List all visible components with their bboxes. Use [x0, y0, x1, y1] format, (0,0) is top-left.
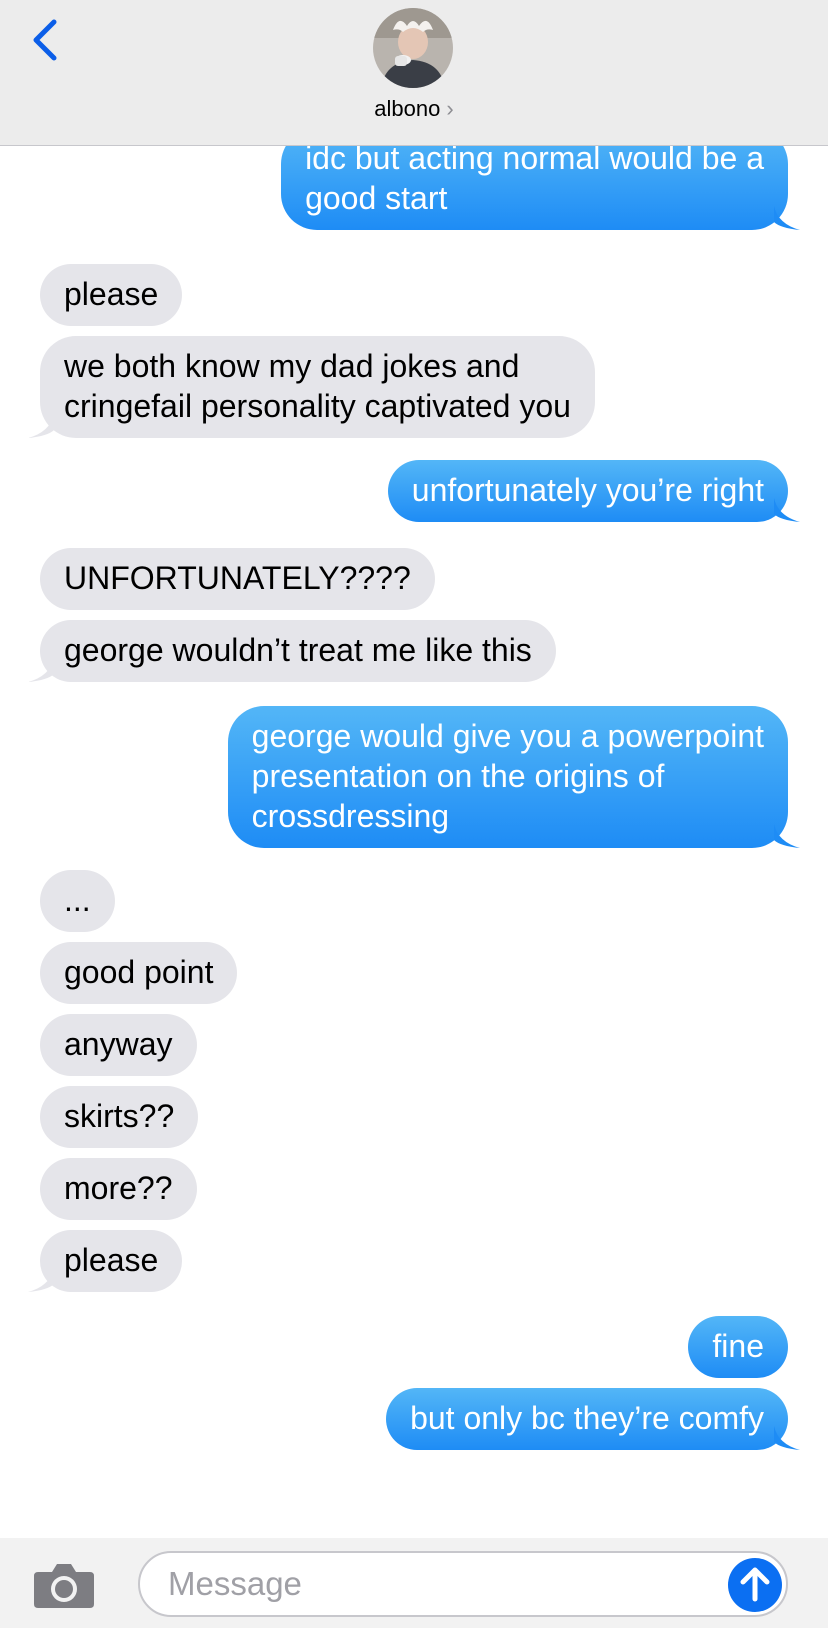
received-message-bubble[interactable]: more??	[40, 1158, 197, 1220]
bubble-tail	[28, 414, 54, 438]
received-message-bubble[interactable]: please	[40, 1230, 183, 1292]
message-text-line: skirts??	[64, 1098, 175, 1134]
message-text-line: idc but acting normal would be a	[305, 146, 764, 176]
received-message-bubble[interactable]: skirts??	[40, 1086, 199, 1148]
received-message-bubble[interactable]: george wouldn’t treat me like this	[40, 620, 556, 682]
contact-photo	[373, 8, 453, 88]
chevron-right-icon: ›	[446, 96, 454, 121]
camera-button[interactable]	[32, 1560, 96, 1610]
contact-name-button[interactable]: albono ›	[0, 96, 828, 122]
message-input[interactable]: Message	[138, 1551, 788, 1617]
back-button[interactable]	[28, 18, 68, 66]
bubble-tail	[28, 658, 54, 682]
send-button[interactable]	[728, 1558, 782, 1612]
received-message-bubble[interactable]: please	[40, 264, 183, 326]
contact-name: albono	[374, 96, 441, 121]
bubble-tail	[774, 206, 800, 230]
message-text-line: ...	[64, 882, 91, 918]
message-thread[interactable]: idc but acting normal would be a good sta…	[0, 146, 828, 1538]
received-message-bubble[interactable]: UNFORTUNATELY????	[40, 548, 435, 610]
message-text-line: more??	[64, 1170, 173, 1206]
compose-bar: Message	[0, 1538, 828, 1628]
message-text-line: we both know my dad jokes and	[64, 348, 520, 384]
received-message-bubble[interactable]: anyway	[40, 1014, 197, 1076]
message-placeholder: Message	[168, 1565, 302, 1602]
message-text-line: UNFORTUNATELY????	[64, 560, 411, 596]
message-text-line: good start	[305, 180, 448, 216]
bubble-tail	[774, 1426, 800, 1450]
message-text-line: good point	[64, 954, 214, 990]
message-text-line: but only bc they’re comfy	[410, 1400, 764, 1436]
sent-message-bubble[interactable]: idc but acting normal would be a good sta…	[281, 146, 788, 230]
message-text-line: please	[64, 276, 159, 312]
conversation-header: albono ›	[0, 0, 828, 146]
chevron-left-icon	[33, 19, 57, 61]
message-text-line: george would give you a powerpoint	[251, 718, 764, 754]
received-message-bubble[interactable]: we both know my dad jokes and cringefail …	[40, 336, 595, 438]
message-text-line: crossdressing	[251, 798, 450, 834]
message-text-line: george wouldn’t treat me like this	[64, 632, 532, 668]
sent-message-bubble[interactable]: but only bc they’re comfy	[386, 1388, 788, 1450]
arrow-up-icon	[740, 1567, 770, 1602]
bubble-tail	[774, 824, 800, 848]
message-text-line: cringefail personality captivated you	[64, 388, 571, 424]
received-message-bubble[interactable]: good point	[40, 942, 238, 1004]
sent-message-bubble[interactable]: george would give you a powerpoint presen…	[227, 706, 788, 848]
received-message-bubble[interactable]: ...	[40, 870, 115, 932]
camera-icon	[34, 1564, 94, 1608]
sent-message-bubble[interactable]: fine	[688, 1316, 788, 1378]
message-text-line: unfortunately you’re right	[411, 472, 764, 508]
bubble-tail	[774, 498, 800, 522]
message-text-line: please	[64, 1242, 159, 1278]
message-text-line: presentation on the origins of	[251, 758, 665, 794]
message-text-line: anyway	[64, 1026, 173, 1062]
bubble-tail	[28, 1268, 54, 1292]
message-text-line: fine	[712, 1328, 764, 1364]
sent-message-bubble[interactable]: unfortunately you’re right	[387, 460, 788, 522]
avatar[interactable]	[373, 8, 453, 88]
